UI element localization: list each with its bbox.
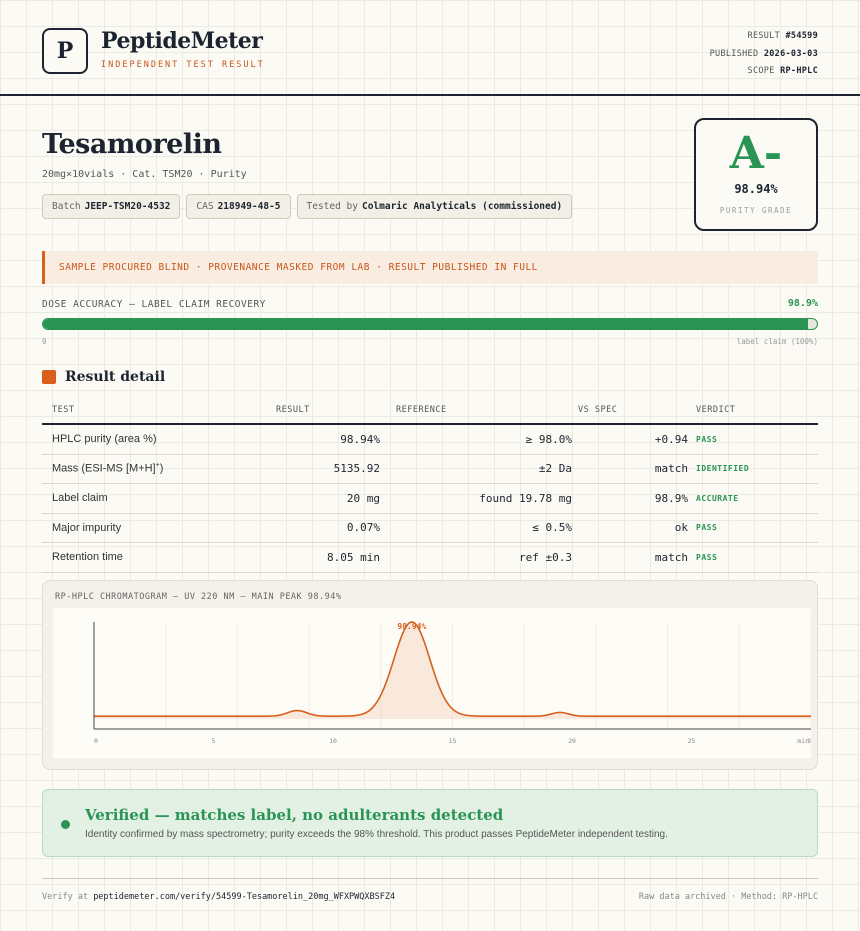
chromatogram-title: RP-HPLC CHROMATOGRAM — UV 220 NM — MAIN …: [55, 592, 342, 602]
grade-label: PURITY GRADE: [719, 206, 793, 215]
cell-result: 8.05 min: [327, 550, 380, 564]
peak-label: 98.94%: [397, 622, 426, 631]
cell-vs-spec: ok: [674, 521, 688, 535]
cell-vs-spec: +0.94: [654, 432, 688, 446]
cell-reference: ref ±0.3: [519, 550, 572, 564]
dose-accuracy-label: DOSE ACCURACY — LABEL CLAIM RECOVERY: [42, 299, 266, 310]
dose-accuracy-bar: [42, 318, 818, 330]
dose-claim-label: label claim (100%): [736, 337, 818, 346]
cell-test: Mass (ESI-MS [M+H]+): [52, 462, 164, 476]
cell-result: 20 mg: [346, 491, 380, 505]
footer-archive-note: Raw data archived · Method: RP-HPLC: [638, 892, 818, 902]
x-tick-label: 5: [212, 737, 216, 745]
verified-dot-icon: [61, 820, 70, 829]
cell-verdict: PASS: [696, 552, 718, 562]
cas-pill: CAS 218949-48-5: [186, 194, 291, 219]
table-row: Mass (ESI-MS [M+H]+) 5135.92 ±2 Da match…: [42, 455, 818, 484]
x-tick-label: 10: [329, 737, 337, 745]
cell-vs-spec: 98.9%: [654, 491, 688, 505]
cell-result: 0.07%: [346, 521, 380, 535]
cell-reference: ±2 Da: [538, 462, 572, 476]
table-row: HPLC purity (area %) 98.94% ≥ 98.0% +0.9…: [42, 425, 818, 455]
brand-subtitle: INDEPENDENT TEST RESULT: [101, 60, 265, 70]
batch-pill: Batch JEEP-TSM20-4532: [42, 194, 181, 219]
grade-percent: 98.94%: [734, 182, 778, 196]
meta-scope: SCOPE RP-HPLC: [747, 66, 818, 76]
header-test: TEST: [52, 405, 75, 415]
cell-test: HPLC purity (area %): [52, 433, 157, 446]
dose-accuracy-value: 98.9%: [787, 298, 818, 309]
x-tick-label: 25: [688, 737, 696, 745]
x-tick-label: 15: [449, 737, 457, 745]
meta-published: PUBLISHED 2026-03-03: [709, 48, 818, 59]
product-pills: Batch JEEP-TSM20-4532 CAS 218949-48-5 Test…: [42, 194, 573, 219]
footer-divider: [42, 878, 818, 879]
cell-test: Retention time: [52, 551, 123, 564]
header-vs-spec: VS SPEC: [578, 405, 618, 415]
product-subtitle: 20mg×10vials · Cat. TSM20 · Purity: [42, 169, 247, 180]
cell-verdict: PASS: [696, 434, 718, 444]
cell-test: Label claim: [52, 492, 108, 505]
x-tick-label: 20: [568, 737, 576, 745]
cell-result: 98.94%: [340, 432, 380, 446]
section-square-icon: [42, 370, 56, 384]
cell-result: 5135.92: [333, 462, 380, 476]
header-verdict: VERDICT: [696, 405, 736, 415]
cell-reference: ≥ 98.0%: [525, 432, 572, 446]
cell-verdict: ACCURATE: [696, 493, 739, 503]
brand-logo[interactable]: P: [42, 28, 88, 74]
verify-link[interactable]: peptidemeter.com/verify/54599-Tesamoreli…: [93, 892, 395, 902]
verified-banner: Verified — matches label, no adulterants…: [42, 789, 818, 857]
header-result: RESULT: [276, 405, 310, 415]
dose-accuracy-fill: [43, 319, 809, 329]
table-row: Retention time 8.05 min ref ±0.3 match P…: [42, 543, 818, 573]
purity-grade-card: A- 98.94% PURITY GRADE: [694, 118, 818, 231]
dose-zero-label: 0: [42, 337, 47, 346]
cell-vs-spec: match: [654, 462, 688, 476]
report-meta: RESULT #54599 PUBLISHED 2026-03-03 SCOPE…: [710, 28, 818, 81]
cell-reference: found 19.78 mg: [479, 491, 572, 505]
cell-verdict: IDENTIFIED: [696, 464, 750, 474]
x-unit-label: min: [797, 737, 809, 745]
footer-verify: Verify at peptidemeter.com/verify/54599-…: [42, 892, 396, 902]
header-reference: REFERENCE: [396, 405, 447, 415]
product-title: Tesamorelin: [42, 129, 222, 160]
logo-letter: P: [56, 38, 74, 64]
report-header: P PeptideMeter INDEPENDENT TEST RESULT R…: [0, 0, 860, 96]
x-tick-label: 0: [94, 737, 98, 745]
cell-reference: ≤ 0.5%: [532, 521, 572, 535]
table-row: Label claim 20 mg found 19.78 mg 98.9% A…: [42, 484, 818, 514]
brand-name[interactable]: PeptideMeter: [101, 28, 263, 54]
table-header: TEST RESULT REFERENCE VS SPEC VERDICT: [42, 397, 818, 425]
cell-test: Major impurity: [52, 521, 122, 534]
verified-title: Verified — matches label, no adulterants…: [85, 806, 504, 824]
cell-verdict: PASS: [696, 523, 718, 533]
grade-letter: A-: [729, 128, 783, 179]
chromatogram-chart: 051015202530min98.94%: [53, 608, 811, 758]
blind-sample-notice: SAMPLE PROCURED BLIND · PROVENANCE MASKE…: [42, 251, 818, 284]
meta-result: RESULT #54599: [747, 31, 818, 41]
chromatogram-panel: RP-HPLC CHROMATOGRAM — UV 220 NM — MAIN …: [42, 580, 818, 770]
cell-vs-spec: match: [654, 550, 688, 564]
tested-by-pill: Tested by Colmaric Analyticals (commissio…: [296, 194, 573, 219]
results-table: TEST RESULT REFERENCE VS SPEC VERDICT HP…: [42, 397, 818, 573]
section-title: Result detail: [65, 369, 166, 385]
verified-description: Identity confirmed by mass spectrometry;…: [85, 829, 668, 840]
table-row: Major impurity 0.07% ≤ 0.5% ok PASS: [42, 514, 818, 543]
